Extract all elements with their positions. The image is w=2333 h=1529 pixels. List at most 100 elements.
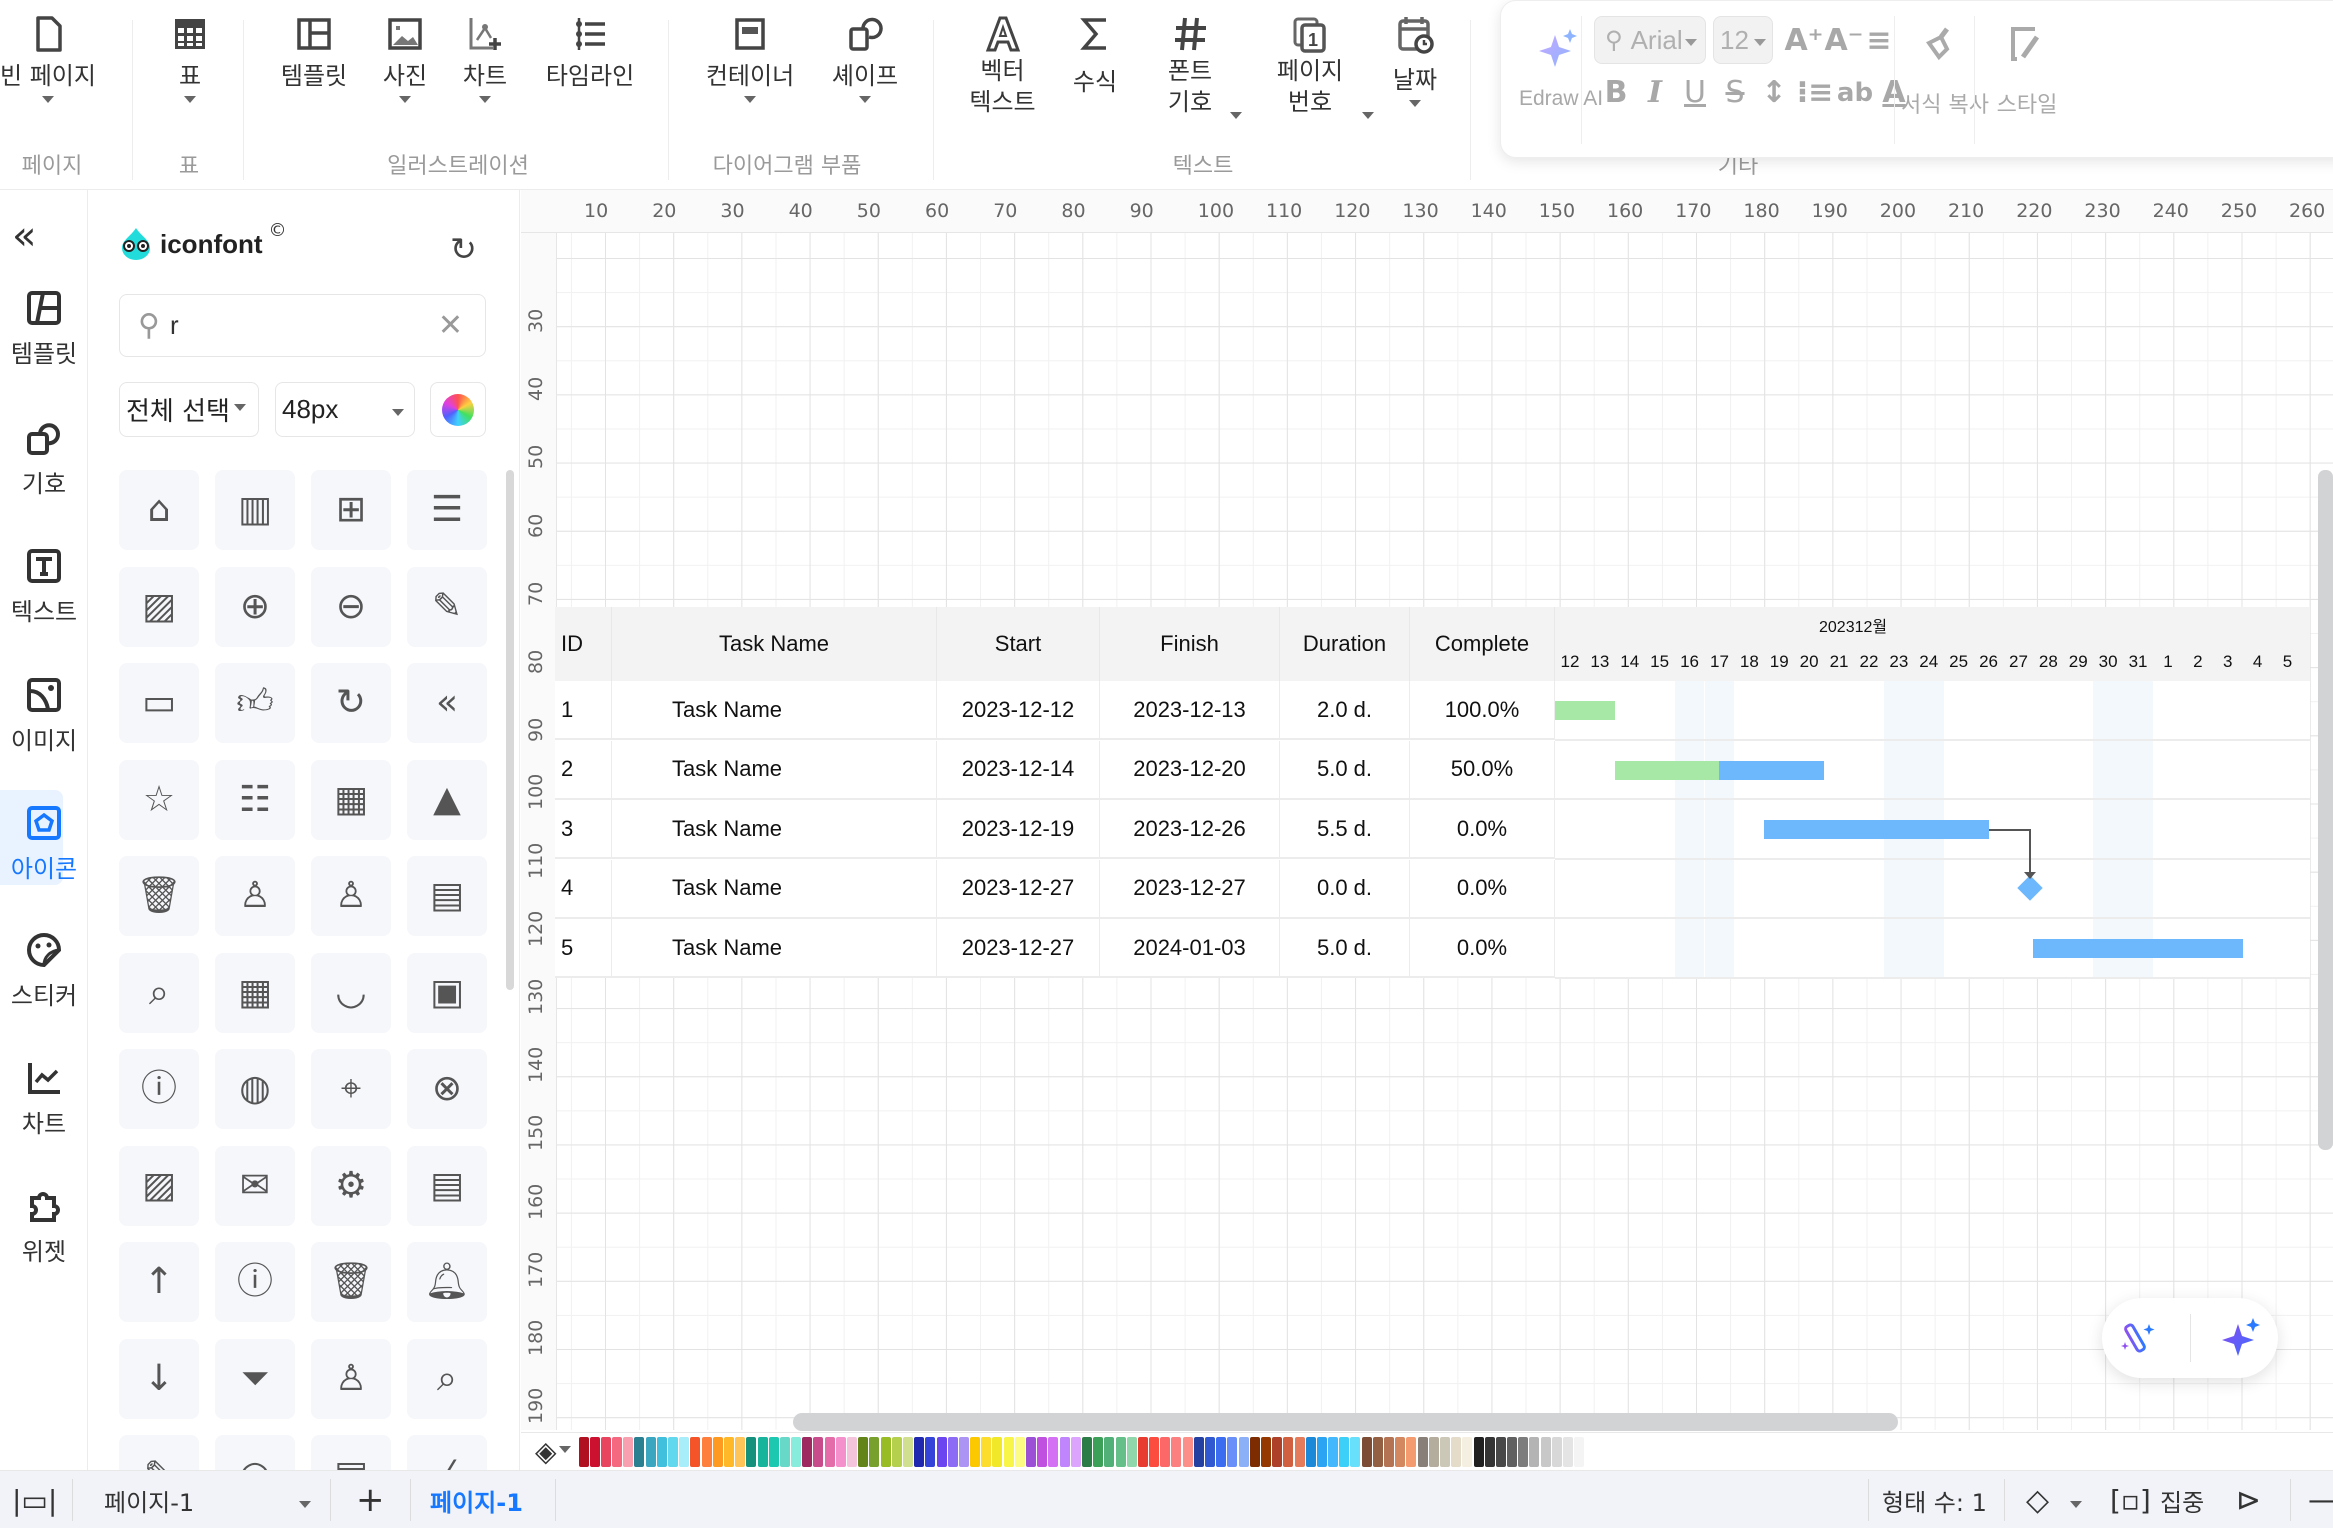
- template-button[interactable]: 템플릿: [270, 14, 358, 92]
- strikethrough-icon[interactable]: S: [1715, 73, 1755, 113]
- color-swatch[interactable]: [1026, 1436, 1037, 1467]
- icon-tile[interactable]: ☰: [407, 470, 487, 550]
- color-swatch[interactable]: [1037, 1436, 1048, 1467]
- color-swatch[interactable]: [914, 1436, 925, 1467]
- icon-tile[interactable]: ▦: [311, 759, 391, 840]
- font-symbol-button[interactable]: 폰트 기호: [1150, 14, 1230, 118]
- color-swatch[interactable]: [1294, 1436, 1305, 1467]
- icon-search-input[interactable]: [169, 310, 430, 341]
- icon-tile[interactable]: ⚙: [311, 1145, 391, 1226]
- color-swatch[interactable]: [1507, 1436, 1518, 1467]
- color-picker-button[interactable]: [430, 382, 486, 437]
- icon-tile[interactable]: ♙: [311, 856, 391, 936]
- color-swatch[interactable]: [880, 1436, 891, 1467]
- color-swatch[interactable]: [1395, 1436, 1406, 1467]
- clear-search-icon[interactable]: ✕: [438, 308, 463, 343]
- page-select[interactable]: 페이지-1: [104, 1471, 314, 1529]
- color-swatch[interactable]: [936, 1436, 947, 1467]
- color-swatch[interactable]: [1484, 1436, 1495, 1467]
- color-swatch[interactable]: [902, 1436, 913, 1467]
- color-swatch[interactable]: [1193, 1436, 1204, 1467]
- icon-tile[interactable]: ◍: [215, 1049, 295, 1129]
- color-swatch[interactable]: [1059, 1436, 1070, 1467]
- color-swatch[interactable]: [1115, 1436, 1126, 1467]
- icon-tile[interactable]: ⓘ: [215, 1242, 295, 1322]
- color-swatch[interactable]: [1003, 1436, 1014, 1467]
- rail-item-template[interactable]: 템플릿: [0, 290, 88, 369]
- color-swatch[interactable]: [958, 1436, 969, 1467]
- color-swatch[interactable]: [1372, 1436, 1383, 1467]
- color-swatch[interactable]: [1574, 1436, 1585, 1467]
- bullet-list-icon[interactable]: ⁝≡: [1795, 73, 1835, 113]
- magic-wand-icon[interactable]: [2117, 1316, 2161, 1360]
- icon-tile[interactable]: ☆: [119, 759, 199, 840]
- color-swatch[interactable]: [690, 1436, 701, 1467]
- increase-font-icon[interactable]: A⁺: [1784, 21, 1824, 61]
- color-swatch[interactable]: [1137, 1436, 1148, 1467]
- double-chevron-left-icon[interactable]: «: [12, 216, 36, 256]
- color-swatch[interactable]: [1451, 1436, 1462, 1467]
- icon-tile[interactable]: ▥: [215, 470, 295, 550]
- play-icon[interactable]: ⊳: [2236, 1471, 2261, 1529]
- icon-tile[interactable]: ▤: [407, 1145, 487, 1226]
- color-swatch[interactable]: [645, 1436, 656, 1467]
- edraw-ai-button[interactable]: Edraw AI: [1519, 27, 1603, 111]
- fill-bucket-icon[interactable]: ◈: [535, 1435, 557, 1468]
- refresh-icon[interactable]: ↻: [450, 230, 477, 268]
- color-swatch[interactable]: [1585, 1436, 1596, 1467]
- photo-button[interactable]: 사진: [370, 14, 440, 103]
- color-swatch[interactable]: [1216, 1436, 1227, 1467]
- font-family-select[interactable]: ⚲ Arial: [1594, 16, 1706, 64]
- icon-tile[interactable]: ↻: [311, 663, 391, 743]
- icon-tile[interactable]: ▦: [215, 952, 295, 1033]
- decrease-font-icon[interactable]: A⁻: [1824, 21, 1864, 61]
- ai-sparkle-icon[interactable]: [2220, 1316, 2264, 1360]
- color-swatch[interactable]: [1283, 1436, 1294, 1467]
- icon-tile[interactable]: ↑: [119, 1242, 199, 1322]
- container-button[interactable]: 컨테이너: [695, 14, 805, 103]
- gantt-chart[interactable]: ID Task Name Start Finish Duration Compl…: [555, 607, 2310, 979]
- task-bar-remaining[interactable]: [1764, 820, 1989, 839]
- icon-tile[interactable]: ▨: [119, 1145, 199, 1226]
- icon-tile[interactable]: ⏷: [215, 1338, 295, 1419]
- color-swatch[interactable]: [1339, 1436, 1350, 1467]
- rail-item-chart[interactable]: 차트: [0, 1060, 88, 1139]
- icon-tile[interactable]: ⓘ: [119, 1049, 199, 1129]
- style-button[interactable]: 스타일: [1989, 25, 2065, 119]
- icon-tile[interactable]: ◡: [311, 952, 391, 1033]
- color-swatch[interactable]: [656, 1436, 667, 1467]
- color-swatch[interactable]: [992, 1436, 1003, 1467]
- color-swatch[interactable]: [791, 1436, 802, 1467]
- color-swatch[interactable]: [1014, 1436, 1025, 1467]
- color-swatch[interactable]: [1305, 1436, 1316, 1467]
- color-swatch[interactable]: [1540, 1436, 1551, 1467]
- color-swatch[interactable]: [634, 1436, 645, 1467]
- library-scrollbar[interactable]: [506, 470, 514, 990]
- vertical-scrollbar[interactable]: [2318, 470, 2333, 1150]
- icon-tile[interactable]: ▨: [119, 566, 199, 647]
- rail-item-widget[interactable]: 위젯: [0, 1188, 88, 1267]
- color-swatch[interactable]: [735, 1436, 746, 1467]
- icon-tile[interactable]: 👍︎: [215, 663, 295, 743]
- color-swatch[interactable]: [1126, 1436, 1137, 1467]
- page-number-button[interactable]: 1 페이지 번호: [1265, 14, 1355, 118]
- rail-item-image[interactable]: 이미지: [0, 677, 88, 756]
- icon-tile[interactable]: 🗑︎: [311, 1242, 391, 1322]
- icon-tile[interactable]: ✎: [407, 566, 487, 647]
- icon-tile[interactable]: ⌖: [311, 1049, 391, 1129]
- color-swatch[interactable]: [869, 1436, 880, 1467]
- text-case-icon[interactable]: ab: [1835, 73, 1875, 113]
- page-layout-icon[interactable]: |▭|: [12, 1471, 57, 1529]
- color-swatch[interactable]: [1149, 1436, 1160, 1467]
- color-swatch[interactable]: [612, 1436, 623, 1467]
- color-swatch[interactable]: [1384, 1436, 1395, 1467]
- color-swatch[interactable]: [1205, 1436, 1216, 1467]
- color-swatch[interactable]: [668, 1436, 679, 1467]
- color-swatch[interactable]: [1249, 1436, 1260, 1467]
- add-page-button[interactable]: +: [356, 1471, 385, 1529]
- color-swatch[interactable]: [1227, 1436, 1238, 1467]
- color-swatch[interactable]: [578, 1436, 589, 1467]
- icon-search-field[interactable]: ⚲ ✕: [119, 294, 486, 357]
- chevron-down-icon[interactable]: [1230, 112, 1242, 119]
- color-swatch[interactable]: [1350, 1436, 1361, 1467]
